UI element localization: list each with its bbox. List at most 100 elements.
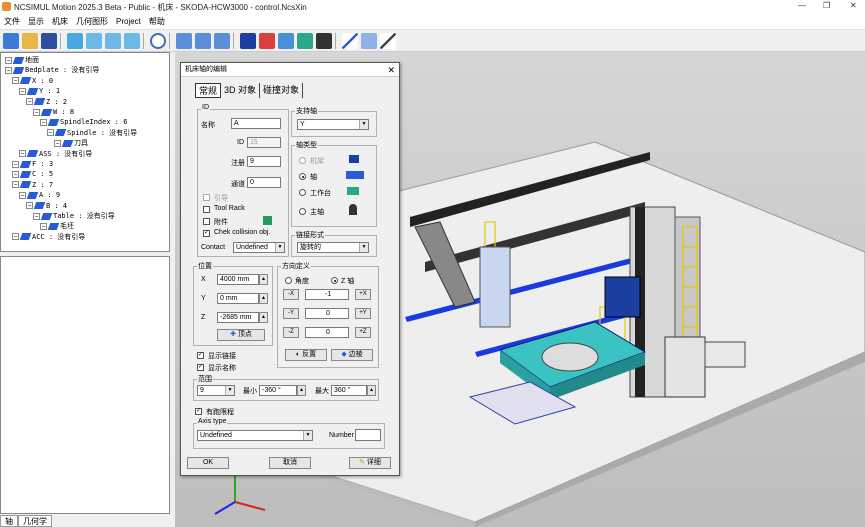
tab-3d-objects[interactable]: 3D 对象 — [221, 83, 261, 98]
pos-y-button[interactable]: +Y — [355, 308, 371, 319]
z-axis-radio[interactable] — [331, 277, 338, 284]
y-position-field[interactable]: 0 mm — [217, 293, 259, 304]
cube-view-icon[interactable] — [67, 32, 83, 49]
x-position-field[interactable]: 4000 mm — [217, 274, 259, 285]
cancel-button[interactable]: 取消 — [269, 457, 311, 469]
tab-general[interactable]: 常规 — [195, 83, 222, 98]
limit-checkbox[interactable]: ✓ — [195, 408, 202, 415]
x-spin[interactable]: ▴ — [259, 274, 268, 285]
min-field[interactable]: -360 ° — [259, 385, 297, 396]
tree-item[interactable]: − Y : 1 — [19, 86, 60, 96]
new-icon[interactable] — [3, 32, 19, 49]
close-button[interactable]: ✕ — [850, 1, 857, 10]
tree-item[interactable]: − A : 9 — [19, 190, 60, 200]
tab-axes[interactable]: 轴 — [0, 514, 18, 527]
spindle-icon[interactable] — [316, 32, 332, 49]
minimize-button[interactable]: — — [798, 1, 806, 10]
slot-icon[interactable] — [176, 32, 192, 49]
tree-item[interactable]: − ACC : 没有引导 — [12, 232, 85, 242]
expand-icon[interactable]: − — [40, 118, 47, 126]
range-select[interactable]: 9 ▼ — [197, 385, 235, 396]
dir-x-field[interactable]: -1 — [305, 289, 349, 300]
zoom-icon[interactable] — [150, 32, 166, 49]
y-spin[interactable]: ▴ — [259, 293, 268, 304]
neg-x-button[interactable]: -X — [283, 289, 299, 300]
attachment-checkbox[interactable] — [203, 218, 210, 225]
collision-checkbox[interactable]: ✓ — [203, 230, 210, 237]
expand-icon[interactable]: − — [19, 87, 26, 95]
contact-select[interactable]: Undefined ▼ — [233, 242, 285, 253]
pos-z-button[interactable]: +Z — [355, 327, 371, 338]
guide-checkbox[interactable] — [203, 194, 210, 201]
z-position-field[interactable]: -2685 mm — [217, 312, 259, 323]
axis-icon[interactable] — [240, 32, 256, 49]
tree-item[interactable]: − Z : 7 — [12, 180, 53, 190]
rotate-icon[interactable] — [278, 32, 294, 49]
tree-item[interactable]: − 毛坯 — [40, 221, 74, 231]
max-field[interactable]: 360 ° — [331, 385, 367, 396]
link-form-select[interactable]: 旋转的 ▼ — [297, 242, 369, 253]
edge-button[interactable]: ◆ 边棱 — [331, 349, 373, 361]
measure-icon[interactable] — [361, 32, 377, 49]
type-table-radio[interactable] — [299, 189, 306, 196]
ok-button[interactable]: OK — [187, 457, 229, 469]
expand-icon[interactable]: − — [19, 150, 26, 158]
translate-icon[interactable] — [259, 32, 275, 49]
menu-view[interactable]: 显示 — [24, 16, 48, 27]
line-icon[interactable] — [342, 32, 358, 49]
table-icon[interactable] — [297, 32, 313, 49]
ruler-icon[interactable] — [380, 32, 396, 49]
expand-icon[interactable]: − — [12, 181, 19, 189]
toolrack-checkbox[interactable] — [203, 206, 210, 213]
tree-item[interactable]: − W : 8 — [33, 107, 74, 117]
detail-button[interactable]: ✎ 详细 — [349, 457, 391, 469]
menu-machine[interactable]: 机床 — [48, 16, 72, 27]
front-view-icon[interactable] — [86, 32, 102, 49]
vertex-button[interactable]: ✚ 顶点 — [217, 329, 265, 341]
angle-radio[interactable] — [285, 277, 292, 284]
tree-item[interactable]: − F : 3 — [12, 159, 53, 169]
tree-item[interactable]: − Bedplate : 没有引导 — [5, 65, 99, 75]
tree-item[interactable]: − 刀具 — [54, 138, 88, 148]
expand-icon[interactable]: − — [19, 191, 26, 199]
pos-x-button[interactable]: +X — [355, 289, 371, 300]
expand-icon[interactable]: − — [12, 170, 19, 178]
axis-type-select[interactable]: Undefined ▼ — [197, 430, 313, 441]
dialog-close-button[interactable]: ✕ — [387, 63, 395, 77]
menu-help[interactable]: 帮助 — [145, 16, 169, 27]
expand-icon[interactable]: − — [47, 129, 54, 137]
dir-z-field[interactable]: 0 — [305, 327, 349, 338]
tab-geometry[interactable]: 几何学 — [18, 514, 52, 527]
top-view-icon[interactable] — [124, 32, 140, 49]
tree-item[interactable]: − B : 4 — [26, 201, 67, 211]
menu-project[interactable]: Project — [112, 17, 145, 26]
restore-button[interactable]: ❐ — [823, 1, 830, 10]
tree-item[interactable]: − SpindleIndex : 6 — [40, 117, 127, 127]
expand-icon[interactable]: − — [5, 56, 12, 64]
expand-icon[interactable]: − — [12, 233, 19, 241]
number-field[interactable] — [355, 429, 381, 441]
expand-icon[interactable]: − — [12, 160, 19, 168]
save-icon[interactable] — [41, 32, 57, 49]
show-name-checkbox[interactable]: ✓ — [197, 364, 204, 371]
tree-item[interactable]: − Spindle : 没有引导 — [47, 128, 137, 138]
tree-item[interactable]: − 地面 — [5, 55, 39, 65]
z-spin[interactable]: ▴ — [259, 312, 268, 323]
tab-collision-objects[interactable]: 碰撞对象 — [260, 83, 304, 98]
drum-icon[interactable] — [214, 32, 230, 49]
name-field[interactable]: A — [231, 118, 281, 129]
tree-item[interactable]: − Z : 2 — [26, 97, 67, 107]
min-spin[interactable]: ▴ — [297, 385, 306, 396]
tree-item[interactable]: − ASS : 没有引导 — [19, 149, 92, 159]
type-axis-radio[interactable] — [299, 173, 306, 180]
menu-file[interactable]: 文件 — [0, 16, 24, 27]
dir-y-field[interactable]: 0 — [305, 308, 349, 319]
cylinder-icon[interactable] — [195, 32, 211, 49]
support-axis-select[interactable]: Y ▼ — [297, 119, 369, 130]
max-spin[interactable]: ▴ — [367, 385, 376, 396]
expand-icon[interactable]: − — [33, 108, 40, 116]
expand-icon[interactable]: − — [54, 139, 61, 147]
show-link-checkbox[interactable]: ✓ — [197, 352, 204, 359]
side-view-icon[interactable] — [105, 32, 121, 49]
open-icon[interactable] — [22, 32, 38, 49]
